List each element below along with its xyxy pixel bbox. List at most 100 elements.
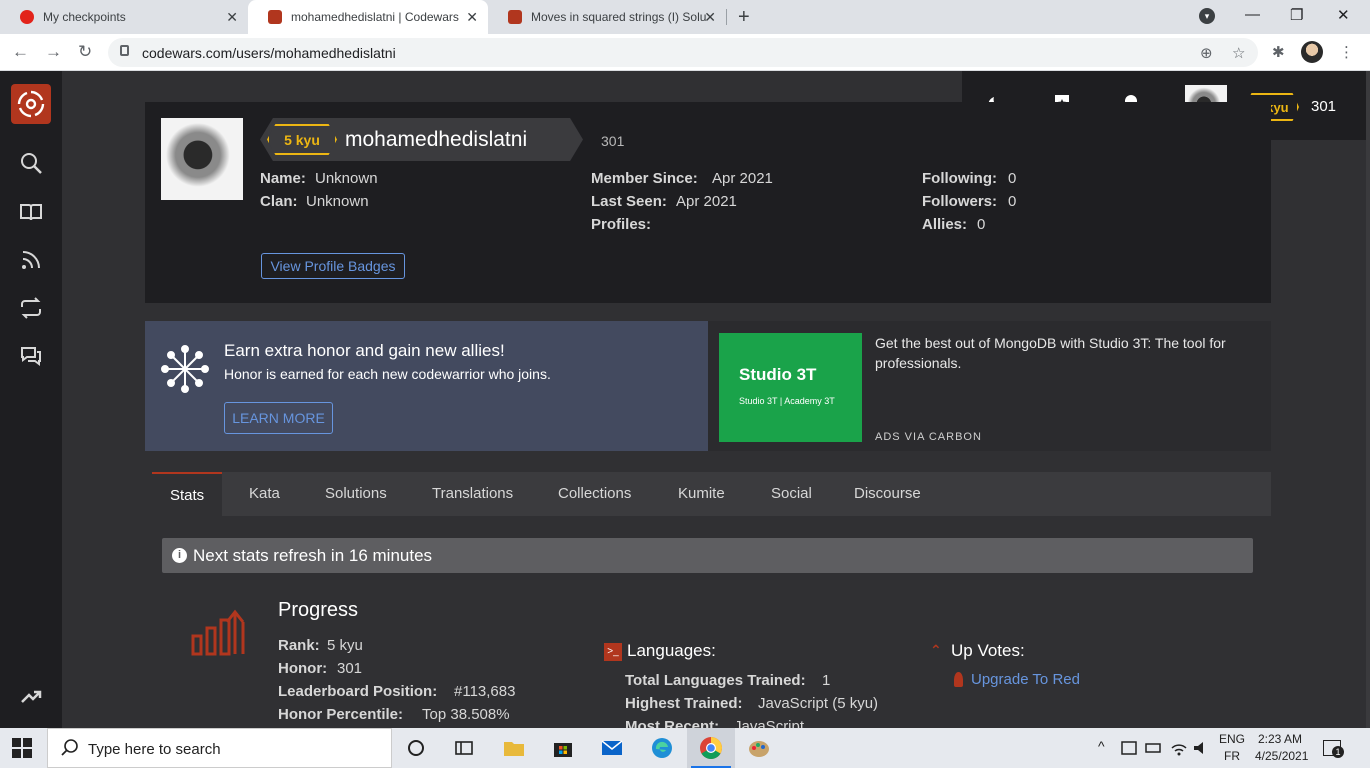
battery-icon[interactable] xyxy=(1145,736,1163,760)
close-window-button[interactable]: ✕ xyxy=(1337,6,1350,24)
tab-kata[interactable]: Kata xyxy=(249,472,280,516)
stats-refresh-notice: i Next stats refresh in 16 minutes xyxy=(162,538,1253,573)
clan-value: Unknown xyxy=(306,193,369,210)
chat-icon[interactable] xyxy=(19,344,43,368)
page-scrollbar[interactable] xyxy=(1366,71,1370,728)
mail-icon[interactable] xyxy=(600,736,624,760)
minimize-button[interactable]: — xyxy=(1245,6,1260,23)
taskbar-search-box[interactable]: Type here to search xyxy=(47,728,392,768)
wifi-icon[interactable] xyxy=(1170,736,1188,760)
rss-feed-icon[interactable] xyxy=(19,248,43,272)
rank-value: 5 kyu xyxy=(327,637,363,654)
forward-arrow-icon[interactable]: → xyxy=(45,42,62,62)
codewars-favicon-icon xyxy=(508,10,522,24)
browser-tab-checkpoints[interactable]: My checkpoints ✕ xyxy=(0,0,249,34)
file-explorer-icon[interactable] xyxy=(502,736,526,760)
omnibox[interactable]: codewars.com/users/mohamedhedislatni ⊕ ☆ xyxy=(108,38,1258,67)
book-icon[interactable] xyxy=(19,200,43,224)
task-view-icon[interactable] xyxy=(452,736,476,760)
upgrade-to-red-link[interactable]: Upgrade To Red xyxy=(971,671,1080,688)
browser-tab-moves-squared[interactable]: Moves in squared strings (I) Solu ✕ xyxy=(488,0,727,34)
promo-title: Earn extra honor and gain new allies! xyxy=(224,341,505,360)
name-value: Unknown xyxy=(315,170,378,187)
windows-start-icon[interactable] xyxy=(12,738,32,758)
action-center-icon[interactable]: 1 xyxy=(1323,740,1344,758)
codewars-logo-icon[interactable] xyxy=(11,84,51,124)
tab-solutions[interactable]: Solutions xyxy=(325,472,387,516)
close-tab-icon[interactable]: ✕ xyxy=(466,9,478,26)
tab-search-icon[interactable]: ▾ xyxy=(1199,8,1215,24)
learn-more-button[interactable]: LEARN MORE xyxy=(224,402,333,434)
notice-text: Next stats refresh in 16 minutes xyxy=(193,545,433,565)
last-seen-value: Apr 2021 xyxy=(676,193,737,210)
new-tab-button[interactable]: + xyxy=(738,6,750,29)
paint-palette-icon[interactable] xyxy=(747,736,771,760)
reload-icon[interactable]: ↻ xyxy=(78,42,92,62)
search-icon xyxy=(61,739,78,756)
ads-via-carbon[interactable]: ADS VIA CARBON xyxy=(875,431,982,443)
search-icon[interactable] xyxy=(19,151,43,175)
close-tab-icon[interactable]: ✕ xyxy=(704,9,716,26)
volume-icon[interactable] xyxy=(1192,736,1210,760)
maximize-button[interactable]: ❐ xyxy=(1290,6,1303,24)
profiles-label: Profiles: xyxy=(591,216,652,233)
leaderboard-label: Leaderboard Position: xyxy=(278,683,438,700)
profile-rank-badge: 5 kyu xyxy=(267,124,337,155)
network-adapter-icon[interactable] xyxy=(1120,736,1138,760)
view-profile-badges-button[interactable]: View Profile Badges xyxy=(261,253,405,279)
honor-value: 301 xyxy=(337,660,363,677)
progress-title: Progress xyxy=(278,599,359,621)
member-since-value: Apr 2021 xyxy=(712,170,773,187)
profile-honor: 301 xyxy=(601,133,625,149)
leaderboard-value: #113,683 xyxy=(454,683,516,700)
promo-subtitle: Honor is earned for each new codewarrior… xyxy=(224,366,551,382)
studio3t-ad-image[interactable]: Studio 3T Studio 3T | Academy 3T xyxy=(719,333,862,442)
tray-overflow-chevron-icon[interactable]: ^ xyxy=(1098,738,1105,754)
notification-count: 1 xyxy=(1332,746,1344,758)
browser-profile-avatar[interactable] xyxy=(1301,41,1323,63)
highest-trained-label: Highest Trained: xyxy=(625,695,743,712)
address-bar-row: ← → ↻ codewars.com/users/mohamedhedislat… xyxy=(0,34,1370,71)
input-language-bottom[interactable]: FR xyxy=(1224,749,1240,763)
windows-taskbar: Type here to search ^ ENG FR 2:23 AM 4/2… xyxy=(0,728,1370,768)
ad-logo-subtext: Studio 3T | Academy 3T xyxy=(739,396,835,406)
edge-browser-icon[interactable] xyxy=(650,736,674,760)
extensions-puzzle-icon[interactable]: ✱ xyxy=(1272,43,1285,61)
tab-collections[interactable]: Collections xyxy=(558,472,631,516)
progress-chart-icon xyxy=(191,609,245,656)
codewars-favicon-icon xyxy=(268,10,282,24)
back-arrow-icon[interactable]: ← xyxy=(12,42,29,62)
most-recent-label: Most Recent: xyxy=(625,718,720,728)
chrome-taskbar-slot[interactable] xyxy=(687,728,735,768)
ad-text[interactable]: Get the best out of MongoDB with Studio … xyxy=(875,333,1265,373)
tab-title: My checkpoints xyxy=(43,10,126,24)
clock-date[interactable]: 4/25/2021 xyxy=(1255,749,1308,763)
trending-up-icon[interactable] xyxy=(19,684,43,708)
percentile-value: Top 38.508% xyxy=(422,706,510,723)
browser-menu-icon[interactable]: ⋮ xyxy=(1339,43,1354,61)
url-text[interactable]: codewars.com/users/mohamedhedislatni xyxy=(142,45,396,61)
browser-tab-codewars-profile[interactable]: mohamedhedislatni | Codewars ✕ xyxy=(248,0,488,34)
search-placeholder: Type here to search xyxy=(88,741,221,758)
codewars-sidebar xyxy=(0,71,62,728)
allies-value: 0 xyxy=(977,216,986,233)
zoom-icon[interactable]: ⊕ xyxy=(1200,44,1213,62)
browser-tab-strip: My checkpoints ✕ mohamedhedislatni | Cod… xyxy=(0,0,1370,34)
clock-time[interactable]: 2:23 AM xyxy=(1258,732,1302,746)
microsoft-store-icon[interactable] xyxy=(551,736,575,760)
tab-translations[interactable]: Translations xyxy=(432,472,513,516)
close-tab-icon[interactable]: ✕ xyxy=(226,9,238,26)
bookmark-star-icon[interactable]: ☆ xyxy=(1232,44,1245,62)
terminal-icon: >_ xyxy=(604,643,622,661)
tab-discourse[interactable]: Discourse xyxy=(854,472,921,516)
lock-icon xyxy=(120,45,129,56)
tab-stats[interactable]: Stats xyxy=(152,472,223,516)
allies-label: Allies: xyxy=(922,216,968,233)
cortana-icon[interactable] xyxy=(404,736,428,760)
honor-label: Honor: xyxy=(278,660,328,677)
tab-kumite[interactable]: Kumite xyxy=(678,472,725,516)
retweet-icon[interactable] xyxy=(19,296,43,320)
network-burst-icon xyxy=(161,345,209,393)
tab-social[interactable]: Social xyxy=(771,472,812,516)
input-language-top[interactable]: ENG xyxy=(1219,732,1245,746)
